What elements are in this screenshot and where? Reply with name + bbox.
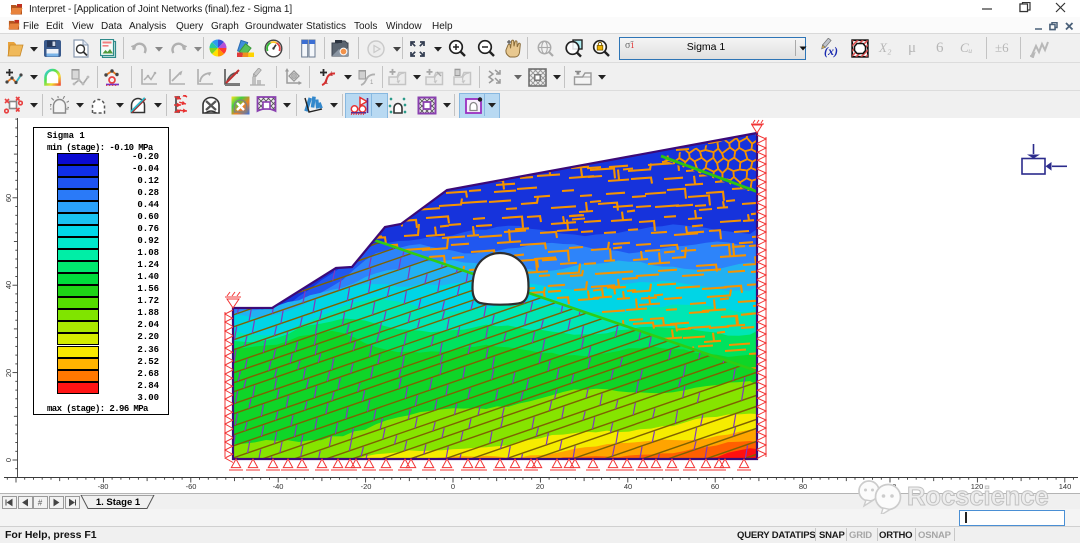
- svg-text:-80: -80: [98, 482, 109, 491]
- svg-text:0: 0: [451, 482, 455, 491]
- svg-text:1. Stage 1: 1. Stage 1: [96, 497, 141, 508]
- svg-text:0: 0: [4, 458, 13, 462]
- svg-text:20: 20: [4, 369, 13, 377]
- svg-text:-20: -20: [361, 482, 372, 491]
- svg-text:#: #: [38, 499, 43, 508]
- svg-text:60: 60: [4, 194, 13, 202]
- svg-text:40: 40: [4, 281, 13, 289]
- svg-text:80: 80: [799, 482, 807, 491]
- svg-text:-60: -60: [186, 482, 197, 491]
- svg-text:20: 20: [536, 482, 544, 491]
- svg-text:40: 40: [624, 482, 632, 491]
- svg-text:60: 60: [711, 482, 719, 491]
- svg-text:-40: -40: [273, 482, 284, 491]
- svg-text:Rocscience: Rocscience: [907, 483, 1049, 511]
